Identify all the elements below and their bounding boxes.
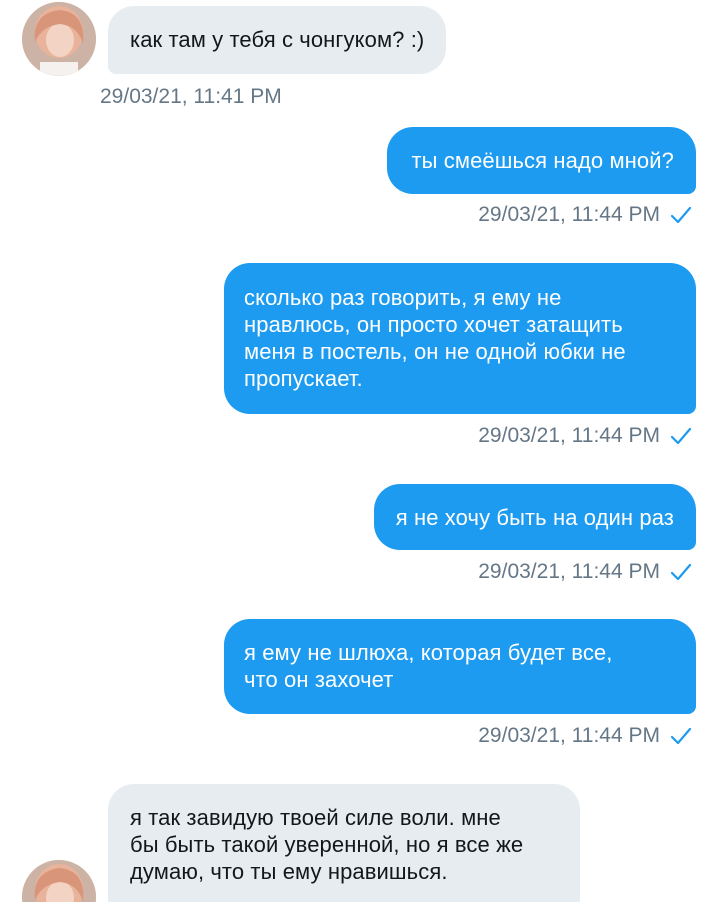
message-bubble-outgoing[interactable]: я ему не шлюха, которая будет все, что о… (224, 619, 696, 714)
check-icon (670, 205, 692, 225)
chat-conversation[interactable]: как там у тебя с чонгуком? :) 29/03/21, … (0, 0, 720, 902)
message-timestamp: 29/03/21, 11:44 PM (478, 424, 660, 447)
message-meta: 29/03/21, 11:44 PM (478, 424, 692, 448)
message-bubble-outgoing[interactable]: сколько раз говорить, я ему не нравлюсь,… (224, 263, 696, 414)
check-icon (670, 426, 692, 446)
message-meta: 29/03/21, 11:44 PM (478, 560, 692, 584)
message-timestamp: 29/03/21, 11:44 PM (478, 724, 660, 747)
message-bubble-outgoing[interactable]: ты смеёшься надо мной? (387, 127, 696, 194)
message-bubble-incoming[interactable]: как там у тебя с чонгуком? :) (108, 6, 447, 74)
check-icon (670, 726, 692, 746)
contact-avatar[interactable] (22, 2, 96, 76)
message-timestamp: 29/03/21, 11:44 PM (478, 560, 660, 583)
contact-avatar[interactable] (22, 860, 96, 902)
message-meta: 29/03/21, 11:44 PM (478, 203, 692, 227)
check-icon (670, 562, 692, 582)
message-meta: 29/03/21, 11:44 PM (478, 724, 692, 748)
message-bubble-incoming[interactable]: я так завидую твоей силе воли. мне бы бы… (108, 784, 580, 902)
message-timestamp: 29/03/21, 11:41 PM (100, 85, 282, 108)
message-bubble-outgoing[interactable]: я не хочу быть на один раз (373, 484, 696, 550)
message-timestamp: 29/03/21, 11:44 PM (478, 203, 660, 226)
